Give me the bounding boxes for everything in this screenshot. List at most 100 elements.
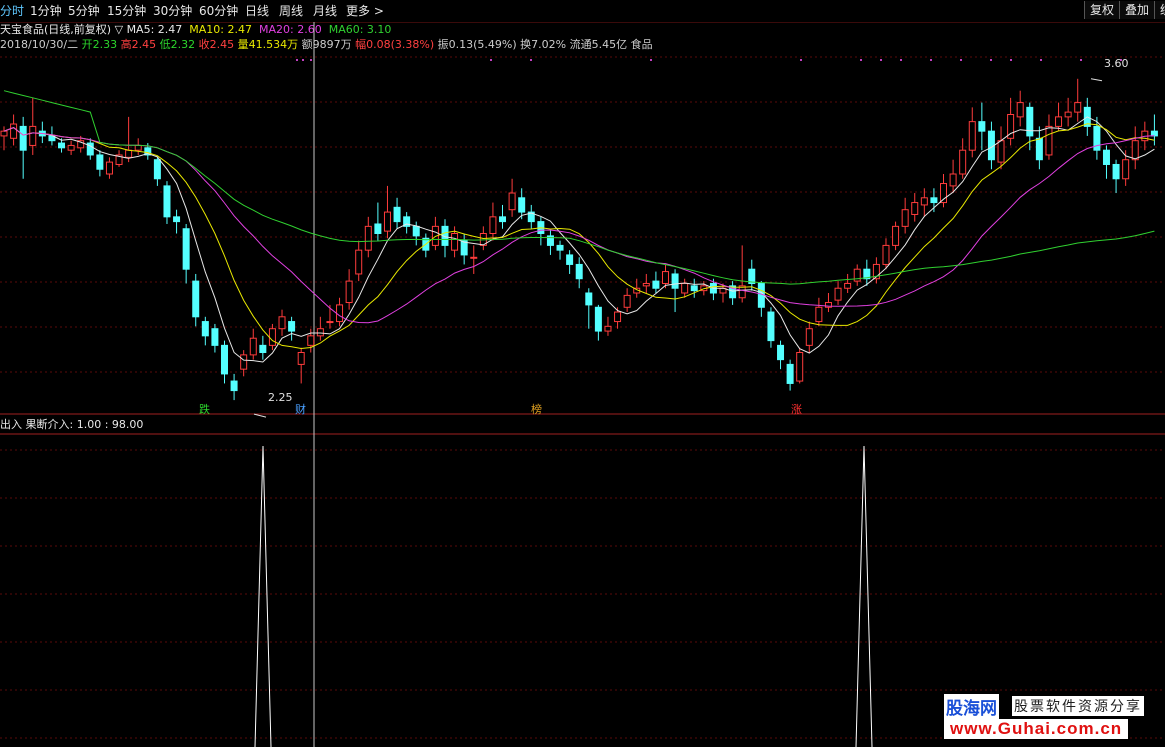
watermark-slogan: 股票软件资源分享 <box>1012 696 1144 716</box>
low-price-label: 2.25 <box>268 391 293 404</box>
signal-dot <box>900 59 902 61</box>
candle-body <box>661 271 669 284</box>
candle-body <box>192 280 200 318</box>
candle-body <box>211 328 219 346</box>
candle-body <box>901 209 909 227</box>
signal-dot <box>1040 59 1042 61</box>
candle-body <box>288 321 296 332</box>
candle-body <box>58 142 66 149</box>
ma5-line <box>3 116 1155 363</box>
signal-spike <box>254 445 272 747</box>
candle-body <box>911 202 919 215</box>
candle-body <box>949 173 957 187</box>
candle-body <box>105 161 113 175</box>
low-pointer <box>253 413 267 418</box>
candle-body <box>125 149 133 158</box>
candle-body <box>220 344 228 375</box>
candle-body <box>556 244 564 251</box>
candle-body <box>623 294 631 308</box>
candle-body <box>1131 140 1139 161</box>
signal-dot <box>880 59 882 61</box>
candle-body <box>268 328 276 346</box>
candle-body <box>786 363 794 384</box>
candle-body <box>470 256 478 259</box>
candle-body <box>278 316 286 330</box>
signal-spike <box>855 445 873 747</box>
candle-body <box>767 311 775 342</box>
signal-dot <box>650 59 652 61</box>
candle-body <box>1035 137 1043 161</box>
indicator-header: 出入 果断介入: 1.00 : 98.00 <box>0 418 143 432</box>
candle-body <box>307 335 315 346</box>
candle-body <box>259 344 267 353</box>
signal-dot <box>860 59 862 61</box>
candle-body <box>642 282 650 287</box>
candle-body <box>249 337 257 356</box>
candle-body <box>604 325 612 332</box>
candle-body <box>201 321 209 337</box>
candle-body <box>518 197 526 213</box>
kline-chart[interactable] <box>0 0 1165 747</box>
candle-body <box>383 211 391 232</box>
candle-body <box>978 121 986 132</box>
candle-body <box>1122 159 1130 180</box>
candle-body <box>1064 111 1072 118</box>
candle-body <box>173 216 181 223</box>
candle-body <box>67 144 75 151</box>
indicator-label[interactable]: 出入 <box>0 418 22 431</box>
candle-body <box>594 306 602 332</box>
candle-body <box>316 328 324 337</box>
candle-body <box>585 292 593 306</box>
candle-body <box>240 354 248 370</box>
candle-body <box>1045 125 1053 156</box>
candle-body <box>326 321 334 324</box>
candle-body <box>892 225 900 246</box>
signal-dot <box>800 59 802 61</box>
candle-body <box>1150 130 1158 137</box>
signal-dot <box>990 59 992 61</box>
candle-body <box>968 121 976 151</box>
candle-body <box>96 154 104 170</box>
event-marker-drop[interactable]: 跌 <box>199 401 210 417</box>
candle-body <box>671 273 679 289</box>
candle-body <box>29 125 37 146</box>
signal-dot <box>296 59 298 61</box>
candle-body <box>134 144 142 151</box>
candle-body <box>796 352 804 382</box>
candle-body <box>1074 102 1082 113</box>
candle-body <box>451 233 459 251</box>
candle-body <box>777 344 785 361</box>
signal-dot <box>490 59 492 61</box>
candle-body <box>566 254 574 265</box>
candle-body <box>1112 163 1120 180</box>
candle-body <box>499 216 507 223</box>
event-marker-finance[interactable]: 财 <box>295 401 306 417</box>
candle-body <box>882 244 890 265</box>
candle-body <box>652 280 660 289</box>
candle-body <box>163 185 171 218</box>
candle-body <box>230 380 238 392</box>
event-marker-rise[interactable]: 涨 <box>791 401 802 417</box>
signal-dot <box>960 59 962 61</box>
candle-body <box>1026 106 1034 137</box>
high-pointer <box>1090 78 1103 82</box>
candle-body <box>182 228 190 270</box>
candle-body <box>1055 116 1063 127</box>
candle-body <box>508 192 516 211</box>
candle-body <box>681 282 689 294</box>
candle-body <box>834 287 842 301</box>
candle-body <box>805 328 813 346</box>
candle-body <box>10 123 18 139</box>
candle-body <box>19 125 27 151</box>
candle-body <box>153 159 161 180</box>
candle-body <box>575 263 583 280</box>
event-marker-list[interactable]: 榜 <box>531 401 542 417</box>
candle-body <box>920 197 928 206</box>
watermark-logo: 股海网 <box>944 694 999 719</box>
signal-dot <box>1010 59 1012 61</box>
candle-body <box>489 216 497 234</box>
candle-body <box>393 206 401 223</box>
indicator-formula: 果断介入: 1.00 : 98.00 <box>25 418 144 431</box>
candle-body <box>297 352 305 365</box>
candle-body <box>1016 102 1024 118</box>
